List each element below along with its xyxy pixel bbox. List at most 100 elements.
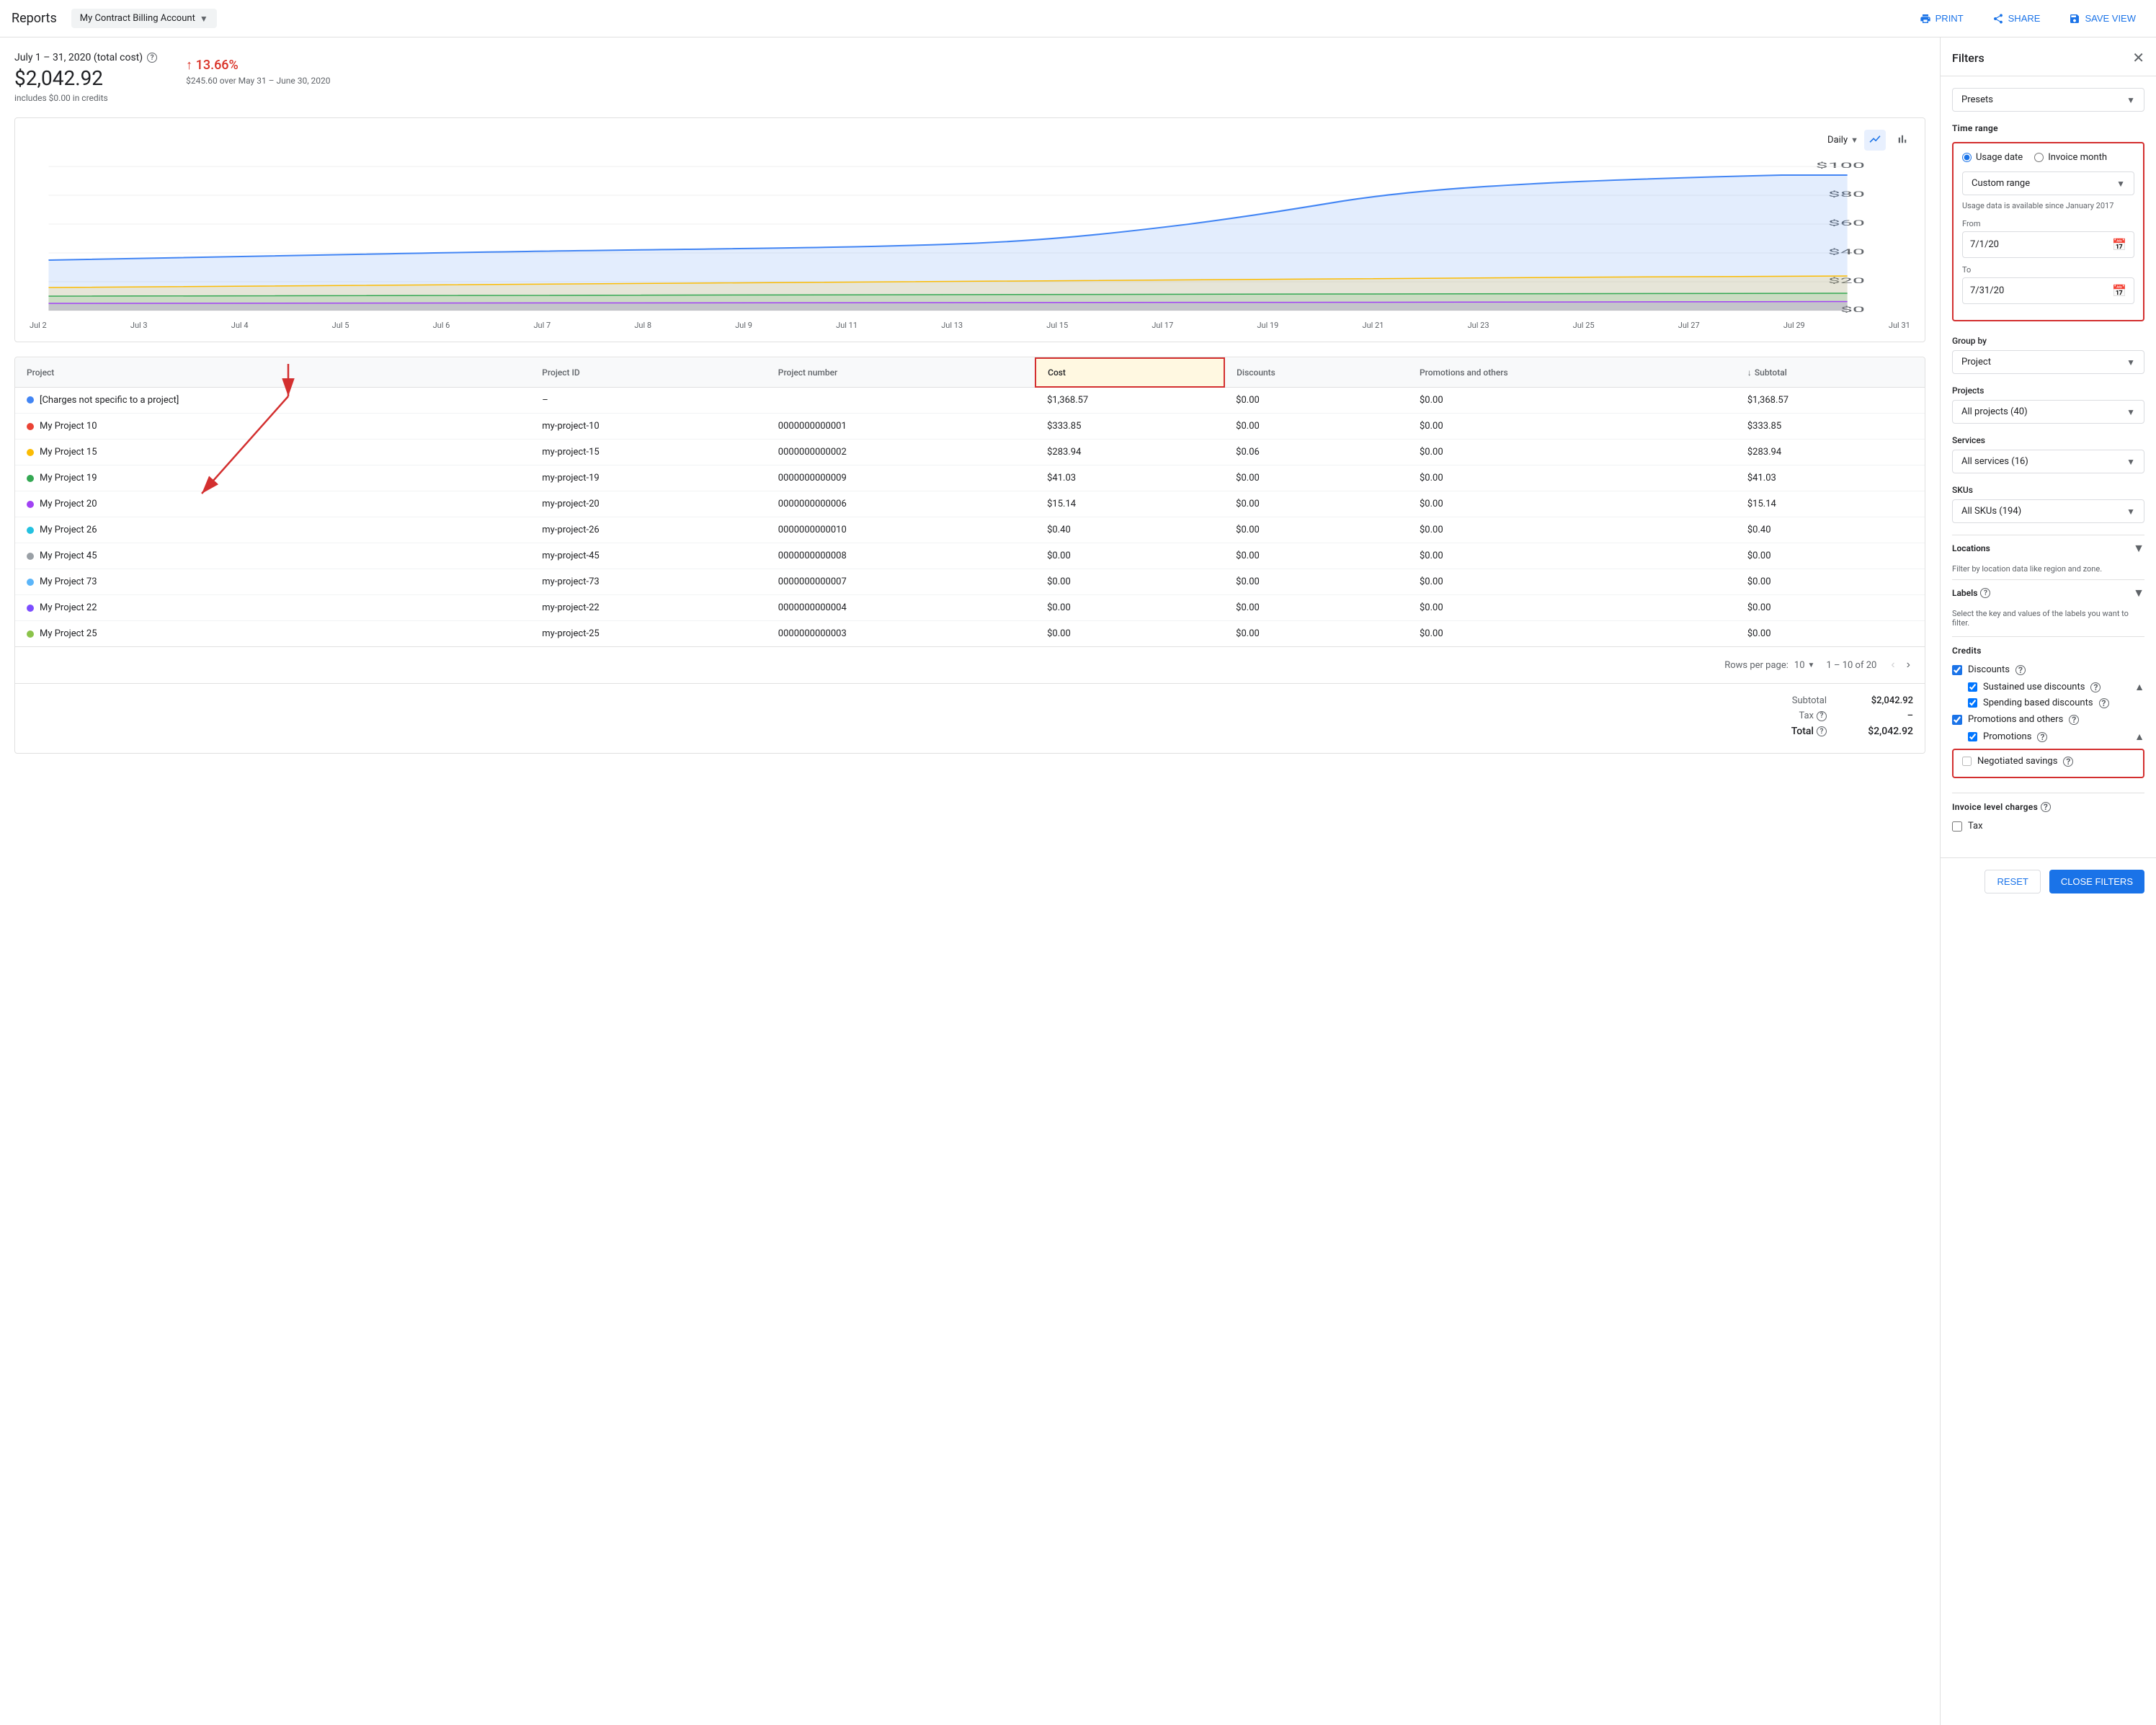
promotions-item: Promotions ? ▲ (1968, 731, 2144, 743)
invoice-charges-title: Invoice level charges ? (1952, 802, 2144, 812)
tax-item: Tax (1952, 821, 2144, 832)
print-button[interactable]: PRINT (1911, 7, 1972, 30)
presets-dropdown[interactable]: Presets ▼ (1952, 88, 2144, 112)
project-id-cell: my-project-26 (530, 517, 767, 543)
filters-header: Filters ✕ (1941, 37, 2156, 76)
summary-section: July 1 – 31, 2020 (total cost) ? $2,042.… (14, 52, 1925, 103)
subtotal-label: Subtotal (1792, 695, 1827, 706)
total-value: $2,042.92 (1856, 726, 1913, 737)
tax-help-icon[interactable]: ? (1817, 711, 1827, 721)
summary-change-desc: $245.60 over May 31 – June 30, 2020 (186, 76, 330, 86)
discounts-cell: $0.00 (1224, 621, 1408, 647)
share-button[interactable]: SHARE (1984, 7, 2049, 30)
discounts-cell: $0.00 (1224, 387, 1408, 414)
labels-help-icon[interactable]: ? (1980, 588, 1990, 598)
skus-dropdown[interactable]: All SKUs (194) ▼ (1952, 499, 2144, 523)
main-content: July 1 – 31, 2020 (total cost) ? $2,042.… (0, 37, 1940, 1725)
project-cell: My Project 20 (15, 491, 530, 517)
line-chart-button[interactable] (1864, 130, 1886, 151)
skus-label: SKUs (1952, 485, 2144, 495)
discounts-label: Discounts (1968, 664, 2010, 675)
col-discounts[interactable]: Discounts (1224, 358, 1408, 387)
promotions-help-icon[interactable]: ? (2037, 732, 2047, 742)
negotiated-savings-checkbox[interactable] (1962, 757, 1972, 766)
negotiated-savings-help-icon[interactable]: ? (2063, 757, 2073, 767)
col-project[interactable]: Project (15, 358, 530, 387)
account-selector[interactable]: My Contract Billing Account ▼ (71, 9, 217, 28)
usage-date-radio-label[interactable]: Usage date (1962, 152, 2023, 163)
labels-collapsible[interactable]: Labels ? ▼ (1952, 579, 2144, 606)
summary-date-range: July 1 – 31, 2020 (total cost) (14, 52, 143, 63)
filters-close-button[interactable]: ✕ (2132, 49, 2144, 67)
total-help-icon[interactable]: ? (1817, 726, 1827, 736)
invoice-month-radio[interactable] (2034, 153, 2044, 162)
range-dropdown[interactable]: Custom range ▼ (1962, 171, 2134, 195)
subtotal-cell: $0.00 (1736, 569, 1925, 595)
sustained-use-help-icon[interactable]: ? (2090, 682, 2101, 692)
locations-hint: Filter by location data like region and … (1952, 564, 2144, 574)
group-by-value: Project (1961, 357, 1991, 367)
discounts-help-icon[interactable]: ? (2015, 665, 2026, 675)
from-input[interactable]: 7/1/20 📅 (1962, 231, 2134, 258)
promotions-others-label: Promotions and others (1968, 714, 2063, 725)
discounts-checkbox[interactable] (1952, 665, 1962, 675)
project-number-cell: 0000000000008 (767, 543, 1035, 569)
group-by-label: Group by (1952, 336, 2144, 346)
chevron-down-icon: ▼ (1808, 661, 1815, 669)
discounts-sub: Sustained use discounts ? ▲ Spending bas… (1968, 681, 2144, 708)
projects-dropdown[interactable]: All projects (40) ▼ (1952, 400, 2144, 424)
project-id-cell: my-project-73 (530, 569, 767, 595)
group-by-dropdown[interactable]: Project ▼ (1952, 350, 2144, 374)
project-cell: My Project 45 (15, 543, 530, 569)
time-range-section: Time range Usage date Invoice month (1952, 123, 2144, 321)
project-cell: My Project 22 (15, 595, 530, 621)
chevron-down-icon: ▼ (2126, 507, 2135, 517)
sort-down-icon: ↓ (1747, 367, 1752, 378)
promotions-cell: $0.00 (1408, 387, 1736, 414)
invoice-charges-help-icon[interactable]: ? (2041, 802, 2051, 812)
table-row: My Project 20 my-project-20 000000000000… (15, 491, 1925, 517)
usage-date-radio[interactable] (1962, 153, 1972, 162)
locations-collapsible[interactable]: Locations ▼ (1952, 535, 2144, 561)
subtotal-cell: $15.14 (1736, 491, 1925, 517)
reset-button[interactable]: RESET (1984, 870, 2040, 893)
save-view-button[interactable]: SAVE VIEW (2060, 7, 2144, 30)
col-promotions[interactable]: Promotions and others (1408, 358, 1736, 387)
chevron-down-icon: ▼ (2126, 357, 2135, 367)
chevron-down-icon: ▼ (200, 14, 208, 24)
project-id-cell: my-project-19 (530, 465, 767, 491)
table-row: My Project 25 my-project-25 000000000000… (15, 621, 1925, 647)
sustained-use-checkbox[interactable] (1968, 682, 1977, 692)
spending-based-checkbox[interactable] (1968, 698, 1977, 708)
promotions-cell: $0.00 (1408, 440, 1736, 465)
promotions-checkbox[interactable] (1968, 732, 1977, 741)
labels-title-text: Labels ? (1952, 588, 1990, 598)
summary-help-icon[interactable]: ? (147, 53, 157, 63)
promotions-others-checkbox[interactable] (1952, 715, 1962, 725)
promotions-cell: $0.00 (1408, 414, 1736, 440)
summary-credits: includes $0.00 in credits (14, 93, 157, 103)
invoice-month-radio-label[interactable]: Invoice month (2034, 152, 2107, 163)
col-project-number[interactable]: Project number (767, 358, 1035, 387)
close-filters-button[interactable]: CLOSE FILTERS (2049, 870, 2144, 893)
to-input[interactable]: 7/31/20 📅 (1962, 277, 2134, 304)
table-row: My Project 73 my-project-73 000000000000… (15, 569, 1925, 595)
bar-chart-button[interactable] (1892, 130, 1913, 151)
services-dropdown[interactable]: All services (16) ▼ (1952, 450, 2144, 473)
col-project-id[interactable]: Project ID (530, 358, 767, 387)
next-page-button[interactable]: › (1904, 656, 1913, 674)
negotiated-savings-item: Negotiated savings ? (1952, 749, 2144, 778)
tax-checkbox[interactable] (1952, 821, 1962, 832)
col-cost[interactable]: Cost (1035, 358, 1224, 387)
filters-panel: Filters ✕ Presets ▼ Time range Usage (1940, 37, 2156, 1725)
print-label: PRINT (1936, 13, 1964, 24)
projects-section: Projects All projects (40) ▼ (1952, 385, 2144, 424)
rows-per-page-selector[interactable]: 10 ▼ (1794, 660, 1815, 671)
spending-based-help-icon[interactable]: ? (2099, 698, 2109, 708)
project-number-cell: 0000000000009 (767, 465, 1035, 491)
chevron-down-icon: ▼ (2126, 95, 2135, 105)
chart-view-dropdown[interactable]: Daily ▼ (1827, 135, 1858, 146)
prev-page-button[interactable]: ‹ (1888, 656, 1897, 674)
col-subtotal[interactable]: ↓ Subtotal (1736, 358, 1925, 387)
promotions-others-help-icon[interactable]: ? (2069, 715, 2079, 725)
